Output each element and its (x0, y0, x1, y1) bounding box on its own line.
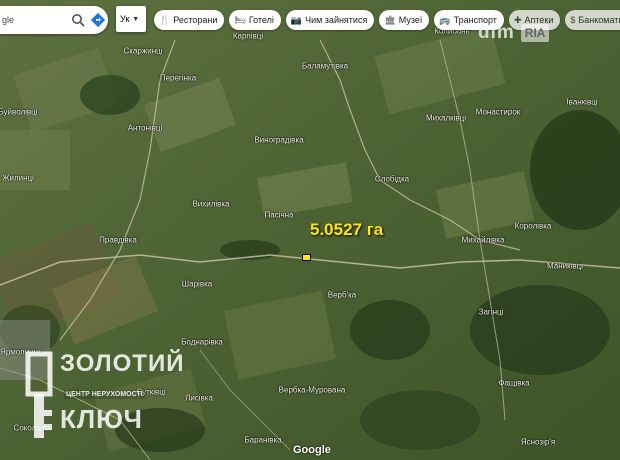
area-label: 5.0527 га (310, 220, 384, 239)
agency-watermark: ЗОЛОТИЙ ЦЕНТР НЕРУХОМОСТІ КЛЮЧ (22, 350, 185, 446)
directions-icon[interactable] (88, 10, 108, 30)
place-label[interactable]: Слобідка (375, 175, 409, 184)
transit-icon: 🚌 (439, 14, 451, 25)
place-label[interactable]: Перегінка (160, 74, 196, 83)
place-label[interactable]: Михайлівка (462, 236, 505, 245)
search-box[interactable]: gle (0, 6, 108, 34)
plot-marker[interactable] (302, 254, 311, 261)
watermark-line2: КЛЮЧ (60, 404, 143, 434)
hotel-icon: 🛏 (234, 14, 246, 25)
museum-icon: 🏛 (384, 14, 396, 25)
watermark-subtitle: ЦЕНТР НЕРУХОМОСТІ (64, 390, 145, 399)
google-logo: Google (293, 444, 331, 456)
place-label[interactable]: Верб'ка (328, 291, 356, 300)
watermark-line1: ЗОЛОТИЙ (60, 350, 185, 377)
place-label[interactable]: Загінці (479, 308, 504, 317)
place-label[interactable]: Правдівка (99, 236, 137, 245)
place-label[interactable]: Яснозір'я (521, 438, 555, 447)
place-label[interactable]: Баранівка (244, 436, 281, 445)
place-label[interactable]: Антонівці (128, 124, 163, 133)
place-label[interactable]: Карпівці (233, 32, 263, 41)
place-label[interactable]: Королівка (515, 222, 552, 231)
language-label: Ук (120, 14, 130, 24)
place-label[interactable]: Вербка-Мурована (279, 386, 346, 395)
satellite-map[interactable]: Карпівці Скаржинці Перегінка Баламутівка Кол… (0, 0, 620, 460)
chip-hotels[interactable]: 🛏 Готелі (229, 10, 281, 30)
place-label[interactable]: Баламутівка (302, 62, 348, 71)
place-label[interactable]: Вихилівка (192, 200, 229, 209)
language-select[interactable]: Ук ▼ (116, 6, 146, 32)
chip-restaurants[interactable]: 🍴 Ресторани (154, 10, 225, 30)
place-label[interactable]: Михалківці (426, 114, 466, 123)
place-label[interactable]: Монастирок (476, 108, 521, 117)
place-label[interactable]: Боднарівка (181, 338, 223, 347)
search-icon[interactable] (68, 10, 88, 30)
place-label[interactable]: Буйволівці (0, 108, 38, 117)
place-label[interactable]: Пасічна (264, 211, 293, 220)
chevron-down-icon: ▼ (132, 15, 140, 23)
place-label[interactable]: Скаржинці (124, 47, 163, 56)
dim-ria-logo: dim RIA (478, 18, 584, 48)
place-label[interactable]: Маниківці (547, 262, 583, 271)
restaurant-icon: 🍴 (159, 14, 171, 25)
search-input[interactable]: gle (2, 15, 68, 25)
camera-icon: 📷 (290, 14, 303, 25)
place-label[interactable]: Виноградівка (254, 136, 303, 145)
place-label[interactable]: Іванківці (566, 98, 597, 107)
key-logo-icon (25, 351, 53, 438)
place-label[interactable]: Фащівка (498, 379, 529, 388)
place-label[interactable]: Шарівка (182, 280, 212, 289)
place-label[interactable]: Жилинці (2, 174, 34, 183)
place-label[interactable]: Лисівка (185, 394, 213, 403)
chip-museums[interactable]: 🏛 Музеї (379, 10, 430, 30)
chip-things-to-do[interactable]: 📷 Чим зайнятися (285, 10, 375, 30)
